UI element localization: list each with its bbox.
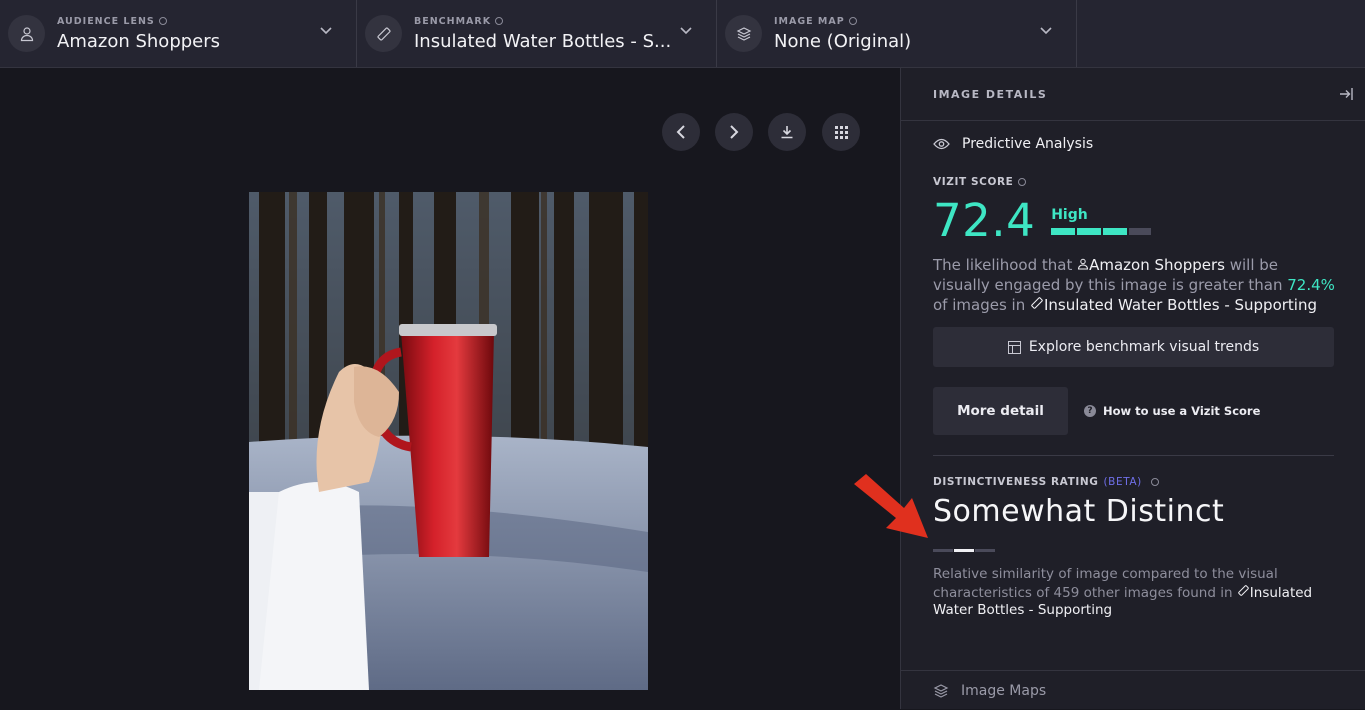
vizit-score-value: 72.4 (933, 194, 1036, 247)
score-level-segment (1051, 228, 1076, 235)
description-text: of images in (933, 296, 1030, 314)
score-level-bar (1051, 228, 1152, 235)
info-icon[interactable] (158, 17, 167, 25)
distinctiveness-segment (933, 549, 953, 552)
image-maps-section[interactable]: Image Maps (901, 670, 1365, 710)
grid-icon (834, 125, 848, 139)
distinctiveness-description: Relative similarity of image compared to… (901, 552, 1365, 620)
distinctiveness-segment (975, 549, 995, 552)
score-description: The likelihood that Amazon Shoppers will… (901, 247, 1365, 315)
benchmark-selector[interactable]: BENCHMARK Insulated Water Bottles - S... (357, 0, 717, 67)
audience-lens-label: AUDIENCE LENS (57, 15, 155, 27)
top-bar: AUDIENCE LENS Amazon Shoppers BENCHMARK … (0, 0, 1365, 68)
user-icon (1078, 258, 1089, 270)
how-to-label: How to use a Vizit Score (1103, 404, 1261, 418)
image-map-label: IMAGE MAP (774, 15, 845, 27)
ruler-icon (365, 15, 402, 52)
next-button[interactable] (715, 113, 753, 151)
help-icon: ? (1084, 405, 1096, 417)
distinctiveness-segment (954, 549, 974, 552)
explore-benchmark-button[interactable]: Explore benchmark visual trends (933, 327, 1334, 367)
layout-icon (1007, 340, 1021, 354)
explore-button-label: Explore benchmark visual trends (1028, 339, 1260, 355)
image-maps-label: Image Maps (961, 682, 1047, 699)
user-icon (8, 15, 45, 52)
previous-button[interactable] (662, 113, 700, 151)
score-level-segment (1129, 228, 1152, 235)
image-map-value: None (Original) (774, 30, 912, 52)
info-icon[interactable] (495, 17, 504, 25)
benchmark-name: Insulated Water Bottles - Supporting (1043, 296, 1317, 314)
eye-icon (933, 138, 950, 150)
ruler-icon (1031, 297, 1043, 309)
annotation-arrow-icon (854, 474, 928, 538)
previous-icon (676, 125, 685, 139)
audience-lens-selector[interactable]: AUDIENCE LENS Amazon Shoppers (0, 0, 357, 67)
layers-icon (933, 683, 949, 698)
benchmark-label: BENCHMARK (414, 15, 492, 27)
info-icon[interactable] (1018, 178, 1027, 186)
benchmark-value: Insulated Water Bottles - S... (414, 30, 672, 52)
description-text: Relative similarity of image compared to… (933, 566, 1278, 601)
download-button[interactable] (768, 113, 806, 151)
beta-badge: (BETA) (1103, 476, 1142, 488)
collapse-panel-icon[interactable] (1339, 87, 1353, 101)
audience-name: Amazon Shoppers (1089, 256, 1225, 274)
vizit-score-label: VIZIT SCORE (933, 176, 1014, 188)
product-image (249, 192, 648, 690)
ruler-icon (1237, 584, 1249, 596)
image-map-selector[interactable]: IMAGE MAP None (Original) (717, 0, 1077, 67)
more-detail-button[interactable]: More detail (933, 387, 1068, 435)
grid-view-button[interactable] (822, 113, 860, 151)
score-percent: 72.4% (1287, 276, 1335, 294)
layers-icon (725, 15, 762, 52)
score-level-segment (1077, 228, 1102, 235)
distinctiveness-label: DISTINCTIVENESS RATING (933, 476, 1099, 488)
section-title: Predictive Analysis (962, 136, 1094, 152)
info-icon[interactable] (1150, 478, 1159, 486)
chevron-down-icon[interactable] (680, 27, 692, 35)
audience-lens-value: Amazon Shoppers (57, 30, 221, 52)
description-text: The likelihood that (933, 256, 1078, 274)
download-icon (781, 126, 793, 139)
info-icon[interactable] (848, 17, 857, 25)
how-to-link[interactable]: ? How to use a Vizit Score (1084, 404, 1260, 418)
score-tier: High (1051, 207, 1088, 223)
image-details-panel: IMAGE DETAILS Predictive Analysis VIZIT … (900, 68, 1365, 709)
next-icon (730, 125, 739, 139)
chevron-down-icon[interactable] (1040, 27, 1052, 35)
image-canvas (0, 68, 900, 709)
panel-title: IMAGE DETAILS (933, 87, 1048, 101)
chevron-down-icon[interactable] (320, 27, 332, 35)
distinctiveness-value: Somewhat Distinct (933, 494, 1225, 529)
score-level-segment (1103, 228, 1128, 235)
